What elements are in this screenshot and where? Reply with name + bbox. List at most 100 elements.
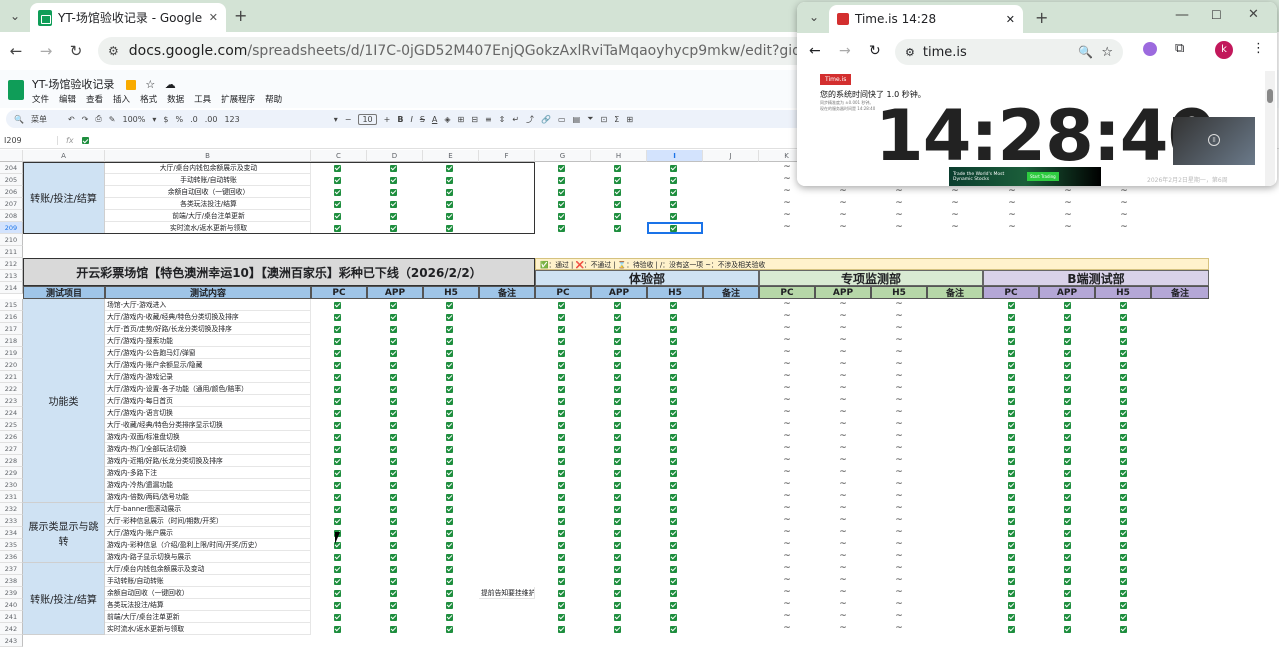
check-icon[interactable] <box>558 349 565 357</box>
check-icon[interactable] <box>334 361 341 369</box>
bookmark-star-icon[interactable]: ☆ <box>1101 45 1113 60</box>
check-icon[interactable] <box>558 397 565 405</box>
check-icon[interactable] <box>558 200 565 208</box>
check-icon[interactable] <box>334 601 341 609</box>
check-icon[interactable] <box>334 224 341 232</box>
check-icon[interactable] <box>1120 385 1127 393</box>
check-icon[interactable] <box>446 325 453 333</box>
check-icon[interactable] <box>390 421 397 429</box>
row-header[interactable]: 217 <box>0 323 23 335</box>
row-header[interactable]: 228 <box>0 455 23 467</box>
check-icon[interactable] <box>334 589 341 597</box>
check-icon[interactable] <box>670 409 677 417</box>
check-icon[interactable] <box>446 601 453 609</box>
column-header[interactable]: J <box>703 150 759 162</box>
check-icon[interactable] <box>334 313 341 321</box>
check-icon[interactable] <box>446 224 453 232</box>
check-icon[interactable] <box>558 625 565 633</box>
check-icon[interactable] <box>558 361 565 369</box>
check-icon[interactable] <box>446 301 453 309</box>
puzzle-icon[interactable]: ⧉ <box>1175 41 1184 56</box>
test-content-cell[interactable]: 大厅/游戏内-收藏/经典/特色分类切换及排序 <box>105 311 311 323</box>
check-icon[interactable] <box>1064 361 1071 369</box>
row-header[interactable]: 226 <box>0 431 23 443</box>
check-icon[interactable] <box>446 200 453 208</box>
check-icon[interactable] <box>334 176 341 184</box>
check-icon[interactable] <box>1008 409 1015 417</box>
check-icon[interactable] <box>614 421 621 429</box>
row-header[interactable]: 227 <box>0 443 23 455</box>
check-icon[interactable] <box>334 517 341 525</box>
check-icon[interactable] <box>614 577 621 585</box>
check-icon[interactable] <box>1064 577 1071 585</box>
italic-icon[interactable]: I <box>410 115 412 124</box>
check-icon[interactable] <box>670 529 677 537</box>
row-header[interactable]: 211 <box>0 246 23 258</box>
check-icon[interactable] <box>334 373 341 381</box>
check-icon[interactable] <box>390 373 397 381</box>
back-icon[interactable]: ← <box>2 37 30 65</box>
check-icon[interactable] <box>446 188 453 196</box>
check-icon[interactable] <box>1120 517 1127 525</box>
check-icon[interactable] <box>1064 625 1071 633</box>
row-header[interactable]: 229 <box>0 467 23 479</box>
test-content-cell[interactable]: 大厅/游戏内-设置-各子功能（通用/颜色/赔率） <box>105 383 311 395</box>
test-content-cell[interactable]: 大厅/游戏内-搜索功能 <box>105 335 311 347</box>
check-icon[interactable] <box>614 373 621 381</box>
check-icon[interactable] <box>1064 373 1071 381</box>
check-icon[interactable] <box>446 397 453 405</box>
check-icon[interactable] <box>558 493 565 501</box>
forward-icon[interactable]: → <box>32 37 60 65</box>
check-icon[interactable] <box>446 361 453 369</box>
test-content-cell[interactable]: 场馆-大厅-游戏进入 <box>105 299 311 311</box>
test-content-cell[interactable]: 余额自动回收（一键回收） <box>105 587 311 599</box>
check-icon[interactable] <box>558 505 565 513</box>
check-icon[interactable] <box>334 200 341 208</box>
check-icon[interactable] <box>1008 625 1015 633</box>
ad-start-button[interactable]: Start Trading <box>1027 172 1059 181</box>
check-icon[interactable] <box>390 493 397 501</box>
check-icon[interactable] <box>1120 505 1127 513</box>
check-icon[interactable] <box>558 224 565 232</box>
row-header[interactable]: 210 <box>0 234 23 246</box>
selected-cell[interactable] <box>647 222 703 234</box>
test-content-cell[interactable]: 大厅/游戏内-账户展示 <box>105 527 311 539</box>
check-icon[interactable] <box>446 541 453 549</box>
test-content-cell[interactable]: 大厅/游戏内-游戏记录 <box>105 371 311 383</box>
check-icon[interactable] <box>614 361 621 369</box>
check-icon[interactable] <box>334 433 341 441</box>
new-tab-button[interactable]: + <box>1035 8 1048 27</box>
check-icon[interactable] <box>614 433 621 441</box>
check-icon[interactable] <box>390 176 397 184</box>
test-content-cell[interactable]: 游戏内-近期/好路/长龙分类切换及排序 <box>105 455 311 467</box>
check-icon[interactable] <box>670 164 677 172</box>
decrease-decimal-button[interactable]: .0 <box>190 115 198 124</box>
check-icon[interactable] <box>1120 469 1127 477</box>
paint-format-icon[interactable]: ✎ <box>109 115 116 124</box>
check-icon[interactable] <box>334 421 341 429</box>
check-icon[interactable] <box>334 325 341 333</box>
check-icon[interactable] <box>1064 337 1071 345</box>
row-header[interactable]: 235 <box>0 539 23 551</box>
check-icon[interactable] <box>1008 301 1015 309</box>
filter-icon[interactable]: ⏷ <box>587 114 593 124</box>
check-icon[interactable] <box>670 325 677 333</box>
check-icon[interactable] <box>670 200 677 208</box>
check-icon[interactable] <box>1008 565 1015 573</box>
row-header[interactable]: 209 <box>0 222 23 234</box>
check-icon[interactable] <box>390 457 397 465</box>
site-info-icon[interactable]: ⚙ <box>108 44 119 58</box>
check-icon[interactable] <box>1008 529 1015 537</box>
check-icon[interactable] <box>614 565 621 573</box>
test-content-cell[interactable]: 大厅-彩种信息展示（时间/期数/开奖） <box>105 515 311 527</box>
check-icon[interactable] <box>1008 457 1015 465</box>
check-icon[interactable] <box>446 613 453 621</box>
check-icon[interactable] <box>558 421 565 429</box>
menu-item[interactable]: 查看 <box>86 93 103 105</box>
check-icon[interactable] <box>670 212 677 220</box>
check-icon[interactable] <box>670 433 677 441</box>
test-content-cell[interactable]: 实时流水/返水更新与领取 <box>105 623 311 635</box>
check-icon[interactable] <box>334 469 341 477</box>
check-icon[interactable] <box>1120 349 1127 357</box>
address-bar[interactable]: ⚙ docs.google.com /spreadsheets/d/1I7C-0… <box>98 37 818 65</box>
